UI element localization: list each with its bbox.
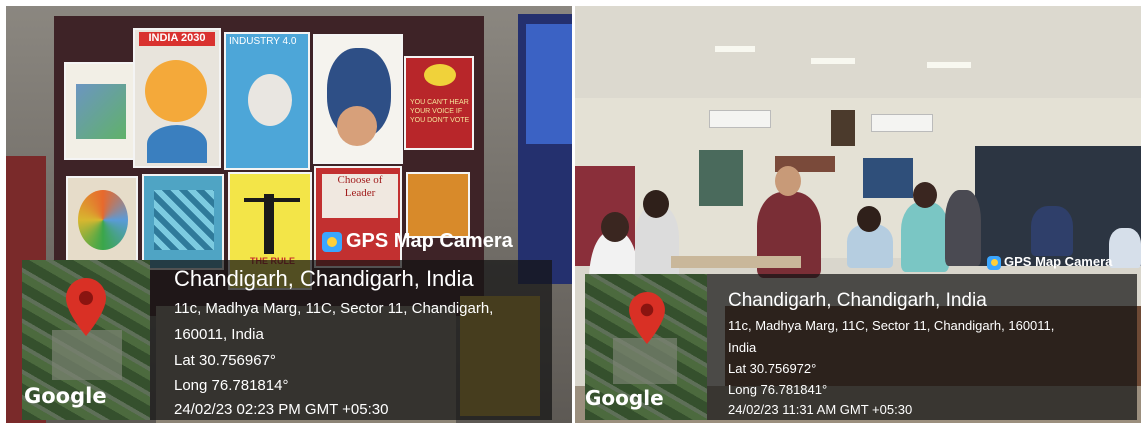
satellite-map: Google	[585, 274, 707, 420]
longitude: Long 76.781814°	[174, 377, 289, 394]
google-logo: Google	[24, 384, 107, 408]
gps-overlay: Google Chandigarh, Chandigarh, India 11c…	[585, 274, 1137, 420]
painting	[699, 150, 743, 206]
ceiling	[575, 6, 1141, 98]
poster-india-2030: INDIA 2030	[133, 28, 221, 168]
exhibition-photo: INDIA 2030 INDUSTRY 4.0 YOU CAN'T HEAR Y…	[6, 6, 572, 423]
place-name: Chandigarh, Chandigarh, India	[728, 290, 987, 311]
gps-overlay: Google Chandigarh, Chandigarh, India 11c…	[22, 260, 552, 420]
classroom-photo: GPS Map Camera Google Chandigarh, Chandi…	[575, 6, 1141, 423]
gps-app-label: GPS Map Camera	[987, 254, 1112, 270]
teacher-head	[775, 166, 801, 196]
poster-crowd	[406, 172, 470, 238]
student-head	[601, 212, 629, 242]
air-conditioner	[709, 110, 771, 128]
student-head	[857, 206, 881, 232]
gps-app-label: GPS Map Camera	[322, 230, 513, 253]
latitude: Lat 30.756972°	[728, 361, 817, 376]
address-line-1: 11c, Madhya Marg, 11C, Sector 11, Chandi…	[174, 300, 494, 317]
address-line-1: 11c, Madhya Marg, 11C, Sector 11, Chandi…	[728, 318, 1055, 333]
poster-title: INDUSTRY 4.0	[229, 36, 297, 47]
google-logo: Google	[585, 386, 664, 410]
map-pin-icon	[629, 292, 665, 344]
poster-woman-face	[313, 34, 403, 164]
place-name: Chandigarh, Chandigarh, India	[174, 266, 474, 291]
address-line-2: 160011, India	[174, 326, 264, 343]
student	[901, 202, 949, 272]
poster-hands-circle	[66, 176, 138, 268]
person	[945, 190, 981, 266]
camera-app-icon	[322, 231, 342, 252]
right-poster	[526, 24, 572, 144]
ceiling-light	[811, 58, 855, 64]
address-line-2: India	[728, 340, 757, 355]
poster-hands	[64, 62, 138, 160]
student-head	[913, 182, 937, 208]
ceiling-light	[715, 46, 755, 52]
student-head	[643, 190, 669, 218]
satellite-map: Google	[22, 260, 150, 420]
datetime: 24/02/23 11:31 AM GMT +05:30	[728, 402, 913, 417]
air-conditioner	[871, 114, 933, 132]
latitude: Lat 30.756967°	[174, 352, 276, 369]
poster-vote: YOU CAN'T HEAR YOUR VOICE IF YOU DON'T V…	[404, 56, 474, 150]
gps-app-label-text: GPS Map Camera	[1004, 254, 1113, 269]
poster-title: Choose of Leader	[322, 174, 398, 218]
ceiling-light	[927, 62, 971, 68]
poster-title: YOU CAN'T HEAR YOUR VOICE IF YOU DON'T V…	[410, 99, 470, 124]
camera-app-icon	[987, 255, 1001, 270]
poster-industry: INDUSTRY 4.0	[224, 32, 310, 170]
painting	[863, 158, 913, 198]
poster-title: INDIA 2030	[139, 32, 215, 46]
gps-app-label-text: GPS Map Camera	[346, 230, 513, 252]
drawing-desk	[671, 256, 801, 268]
longitude: Long 76.781841°	[728, 382, 828, 397]
datetime: 24/02/23 02:23 PM GMT +05:30	[174, 401, 389, 418]
student	[1109, 228, 1141, 268]
map-pin-icon	[66, 278, 106, 336]
portrait-frame	[831, 110, 855, 146]
student	[1031, 206, 1073, 256]
poster-blue-pattern	[142, 174, 224, 270]
